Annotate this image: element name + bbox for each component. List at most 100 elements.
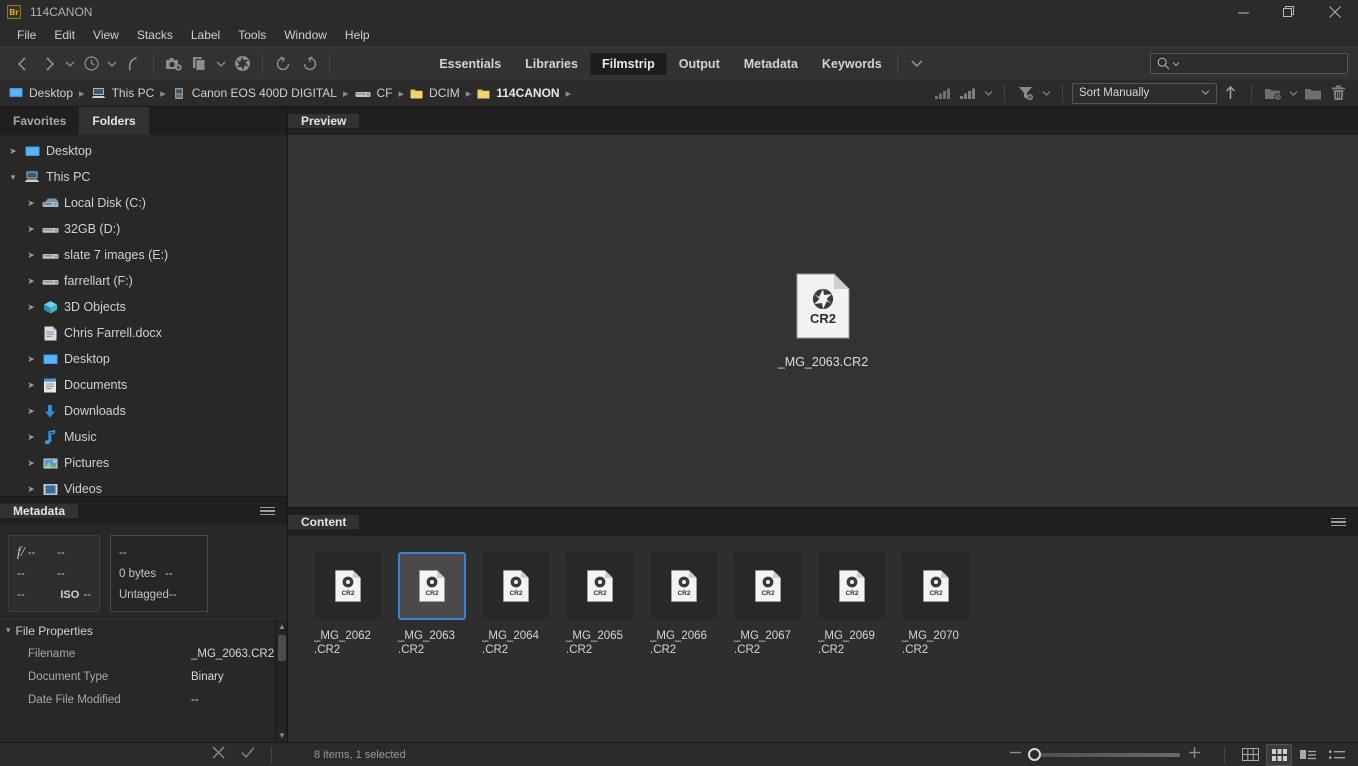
sidebar-item-this-pc[interactable]: ▾ This PC: [0, 164, 287, 190]
chevron-right-icon[interactable]: ➤: [22, 224, 40, 235]
tab-folders[interactable]: Folders: [79, 107, 149, 135]
chevron-down-icon[interactable]: [1286, 81, 1300, 105]
tab-content[interactable]: Content: [288, 515, 360, 529]
chevron-right-icon[interactable]: ➤: [22, 302, 40, 313]
forward-icon[interactable]: [36, 51, 62, 77]
new-folder-with-clock-icon[interactable]: [1261, 81, 1285, 105]
chevron-down-icon[interactable]: [981, 81, 995, 105]
sidebar-item-chris-farrell-docx[interactable]: Chris Farrell.docx: [0, 320, 287, 346]
chevron-down-icon[interactable]: [104, 51, 120, 77]
breadcrumb-this-pc[interactable]: This PC: [91, 86, 154, 100]
back-icon[interactable]: [10, 51, 36, 77]
chevron-right-icon[interactable]: ➤: [22, 354, 40, 365]
sidebar-item-local-disk-c[interactable]: ➤ Local Disk (C:): [0, 190, 287, 216]
sidebar-item-music[interactable]: ➤ Music: [0, 424, 287, 450]
sidebar-item-desktop-user[interactable]: ➤ Desktop: [0, 346, 287, 372]
filter-sort-icon[interactable]: [956, 81, 980, 105]
menu-tools[interactable]: Tools: [229, 26, 275, 44]
list-item[interactable]: CR2 _MG_2069 .CR2: [810, 552, 894, 657]
close-icon[interactable]: [1312, 0, 1358, 24]
scrollbar-thumb[interactable]: [278, 635, 286, 661]
trash-icon[interactable]: [1326, 81, 1350, 105]
slider-knob[interactable]: [1028, 747, 1041, 761]
chevron-right-icon[interactable]: ➤: [22, 458, 40, 469]
chevron-right-icon[interactable]: ➤: [22, 432, 40, 443]
refine-icon[interactable]: [187, 51, 213, 77]
metadata-section-file-properties[interactable]: ▾ File Properties: [0, 619, 287, 642]
list-view-icon[interactable]: [1324, 744, 1350, 766]
search-box[interactable]: [1150, 53, 1348, 74]
chevron-right-icon[interactable]: ➤: [22, 380, 40, 391]
menu-view[interactable]: View: [84, 26, 128, 44]
list-item[interactable]: CR2 _MG_2067 .CR2: [726, 552, 810, 657]
menu-edit[interactable]: Edit: [45, 26, 84, 44]
list-item[interactable]: CR2 _MG_2070 .CR2: [894, 552, 978, 657]
scroll-up-icon[interactable]: ▲: [276, 619, 287, 633]
chevron-right-icon[interactable]: ➤: [22, 198, 40, 209]
panel-menu-icon[interactable]: [260, 506, 275, 516]
tab-favorites[interactable]: Favorites: [0, 107, 79, 135]
list-item[interactable]: CR2 _MG_2062 .CR2: [306, 552, 390, 657]
sort-select[interactable]: Sort Manually: [1072, 82, 1217, 104]
menu-stacks[interactable]: Stacks: [128, 26, 182, 44]
sidebar-item-3d-objects[interactable]: ➤ 3D Objects: [0, 294, 287, 320]
thumbnail[interactable]: CR2: [734, 552, 802, 620]
chevron-down-icon[interactable]: ▾: [6, 625, 11, 636]
tab-filmstrip[interactable]: Filmstrip: [589, 52, 667, 75]
list-item[interactable]: CR2 _MG_2066 .CR2: [642, 552, 726, 657]
grid-lock-icon[interactable]: [1237, 744, 1263, 766]
panel-menu-icon[interactable]: [1331, 517, 1346, 527]
minus-icon[interactable]: [1009, 746, 1022, 764]
return-recent-icon[interactable]: [120, 51, 146, 77]
tab-metadata-panel[interactable]: Metadata: [0, 504, 79, 518]
rotate-clockwise-icon[interactable]: [296, 51, 322, 77]
aperture-icon[interactable]: [229, 51, 255, 77]
ascending-arrow-icon[interactable]: [1218, 81, 1242, 105]
menu-label[interactable]: Label: [182, 26, 229, 44]
rotate-counterclockwise-icon[interactable]: [270, 51, 296, 77]
breadcrumb-desktop[interactable]: Desktop: [9, 86, 73, 100]
menu-file[interactable]: File: [8, 26, 45, 44]
chevron-right-icon[interactable]: ➤: [22, 250, 40, 261]
new-folder-icon[interactable]: [1301, 81, 1325, 105]
tab-keywords[interactable]: Keywords: [810, 53, 894, 75]
chevron-right-icon[interactable]: ➤: [22, 276, 40, 287]
rating-filter-icon[interactable]: [931, 81, 955, 105]
menu-window[interactable]: Window: [275, 26, 336, 44]
tab-metadata[interactable]: Metadata: [732, 53, 810, 75]
tab-libraries[interactable]: Libraries: [513, 53, 590, 75]
chevron-down-icon[interactable]: [903, 59, 931, 68]
thumbnail[interactable]: CR2: [482, 552, 550, 620]
list-item[interactable]: CR2 _MG_2065 .CR2: [558, 552, 642, 657]
menu-help[interactable]: Help: [336, 26, 379, 44]
breadcrumb-camera[interactable]: Canon EOS 400D DIGITAL: [172, 86, 337, 100]
thumbnail[interactable]: CR2: [566, 552, 634, 620]
tab-essentials[interactable]: Essentials: [427, 53, 513, 75]
search-input[interactable]: [1182, 57, 1347, 70]
thumbnail[interactable]: CR2: [818, 552, 886, 620]
sidebar-item-downloads[interactable]: ➤ Downloads: [0, 398, 287, 424]
sidebar-item-videos[interactable]: ➤ Videos: [0, 476, 287, 496]
tab-preview[interactable]: Preview: [288, 114, 360, 128]
metadata-scrollbar[interactable]: ▲ ▼: [275, 619, 287, 742]
plus-icon[interactable]: [1188, 746, 1201, 764]
chevron-down-icon[interactable]: [1039, 81, 1053, 105]
breadcrumb-dcim[interactable]: DCIM: [410, 86, 460, 100]
filter-icon[interactable]: [1014, 81, 1038, 105]
minimize-icon[interactable]: [1220, 0, 1266, 24]
sidebar-item-slate-7-images-e[interactable]: ➤ slate 7 images (E:): [0, 242, 287, 268]
sidebar-item-desktop[interactable]: ➤ Desktop: [0, 138, 287, 164]
restore-icon[interactable]: [1266, 0, 1312, 24]
thumbnail[interactable]: CR2: [398, 552, 466, 620]
list-item[interactable]: CR2 _MG_2064 .CR2: [474, 552, 558, 657]
thumbnail-view-icon[interactable]: [1266, 743, 1292, 766]
thumbnail[interactable]: CR2: [902, 552, 970, 620]
chevron-right-icon[interactable]: ➤: [22, 406, 40, 417]
chevron-right-icon[interactable]: ➤: [22, 484, 40, 495]
sidebar-item-documents[interactable]: ➤ Documents: [0, 372, 287, 398]
check-icon[interactable]: [241, 746, 255, 764]
thumbnail[interactable]: CR2: [650, 552, 718, 620]
breadcrumb-114canon[interactable]: 114CANON: [477, 86, 560, 100]
breadcrumb-cf[interactable]: CF: [355, 86, 393, 100]
sidebar-item-32gb-d[interactable]: ➤ 32GB (D:): [0, 216, 287, 242]
